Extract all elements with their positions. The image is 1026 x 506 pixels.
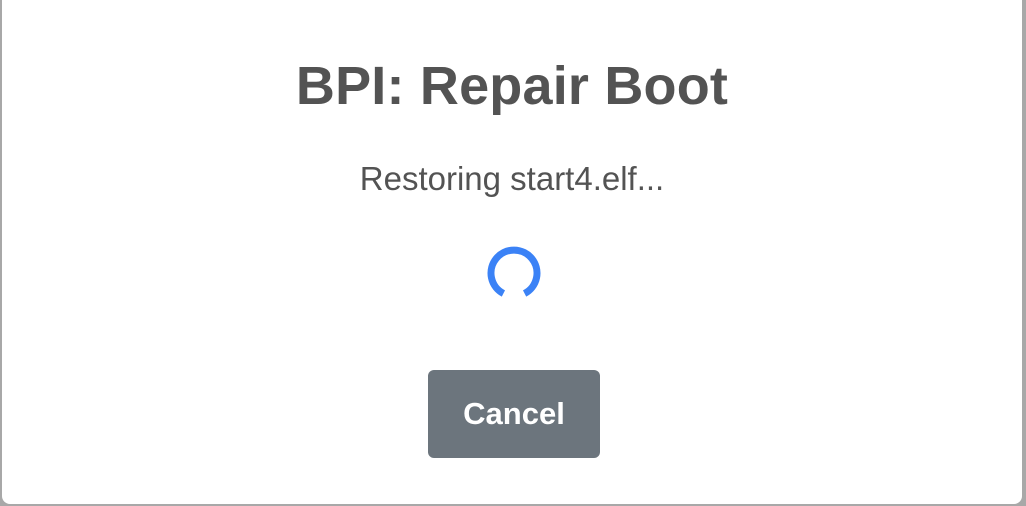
cancel-button[interactable]: Cancel [428, 370, 600, 458]
status-message: Restoring start4.elf... [359, 160, 665, 197]
dialog-title: BPI: Repair Boot [295, 56, 729, 116]
repair-boot-dialog: BPI: Repair Boot Restoring start4.elf...… [2, 0, 1022, 504]
loading-spinner-icon [487, 246, 541, 297]
